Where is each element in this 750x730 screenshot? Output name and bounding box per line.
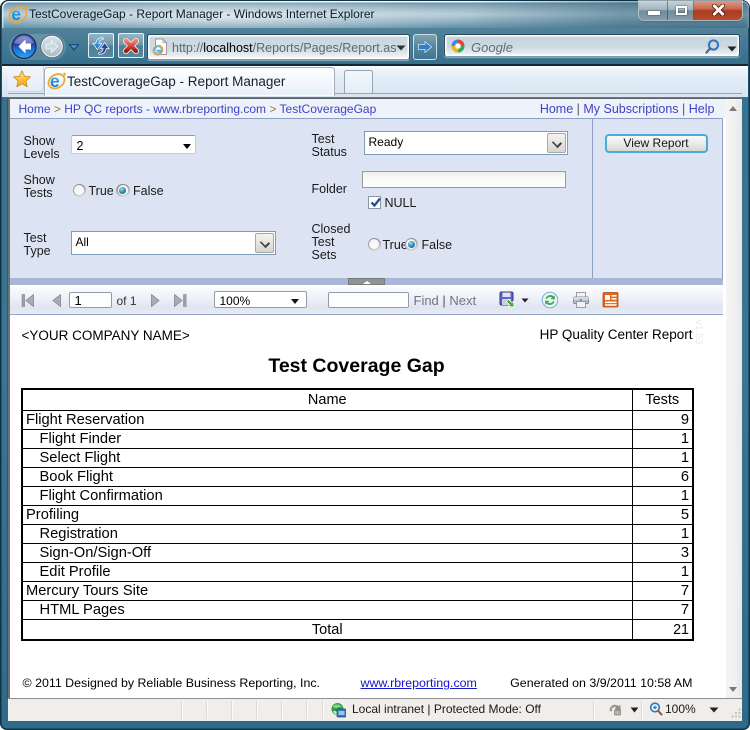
svg-text:e: e [50, 71, 60, 90]
svg-text:e: e [11, 4, 21, 24]
